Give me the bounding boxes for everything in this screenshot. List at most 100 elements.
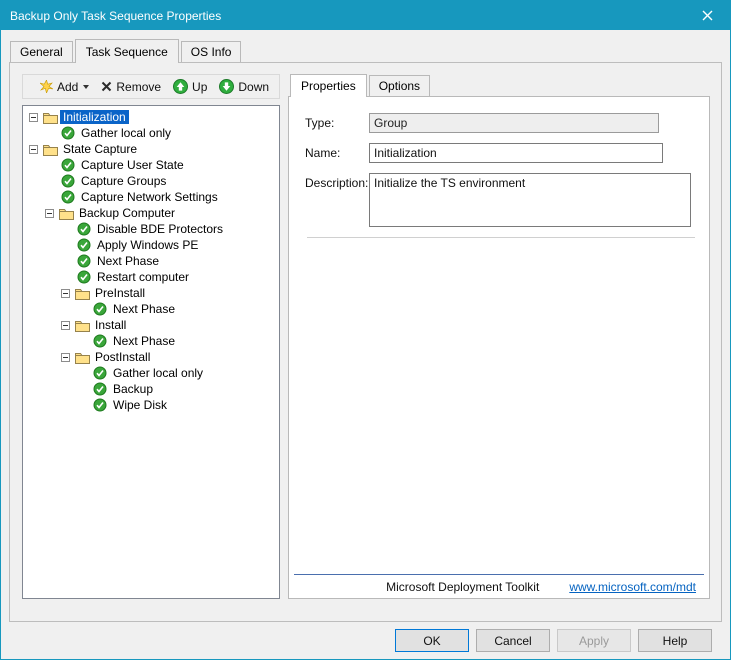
add-button[interactable]: Add: [34, 78, 95, 96]
remove-label: Remove: [116, 80, 161, 94]
tree-item-install[interactable]: Install: [23, 317, 279, 333]
description-textarea[interactable]: Initialize the TS environment: [369, 173, 691, 227]
tree-item-state-capture[interactable]: State Capture: [23, 141, 279, 157]
add-label: Add: [57, 80, 78, 94]
tab-os-info[interactable]: OS Info: [181, 41, 242, 62]
tree-item-label: Apply Windows PE: [94, 238, 201, 252]
tree-item-gather-local-only[interactable]: Gather local only: [23, 365, 279, 381]
mdt-link[interactable]: www.microsoft.com/mdt: [569, 580, 696, 594]
folder-icon: [75, 287, 92, 300]
tree-item-label: PreInstall: [92, 286, 148, 300]
tree-item-label: Disable BDE Protectors: [94, 222, 226, 236]
tree-item-label: State Capture: [60, 142, 140, 156]
add-icon: [40, 80, 53, 93]
dialog-window: Backup Only Task Sequence Properties Gen…: [0, 0, 731, 660]
type-label: Type:: [305, 113, 369, 133]
tree-item-wipe-disk[interactable]: Wipe Disk: [23, 397, 279, 413]
type-input[interactable]: [369, 113, 659, 133]
tab-general[interactable]: General: [10, 41, 73, 62]
tree-item-gather-local-only[interactable]: Gather local only: [23, 125, 279, 141]
tree-pane: Add Remove Up Down: [22, 74, 280, 599]
add-dropdown-caret-icon: [83, 85, 89, 89]
tree-item-restart-computer[interactable]: Restart computer: [23, 269, 279, 285]
tree-item-next-phase[interactable]: Next Phase: [23, 301, 279, 317]
tab-task-sequence[interactable]: Task Sequence: [75, 39, 179, 63]
tree-item-capture-groups[interactable]: Capture Groups: [23, 173, 279, 189]
expand-toggle[interactable]: [61, 353, 70, 362]
tree-item-disable-bde-protectors[interactable]: Disable BDE Protectors: [23, 221, 279, 237]
tree-item-label: Install: [92, 318, 129, 332]
tree-item-label: Restart computer: [94, 270, 192, 284]
main-tab-strip: General Task Sequence OS Info: [1, 39, 730, 62]
down-button[interactable]: Down: [213, 77, 275, 96]
folder-icon: [43, 143, 60, 156]
title-bar: Backup Only Task Sequence Properties: [1, 1, 730, 30]
folder-icon: [43, 111, 60, 124]
subtab-options[interactable]: Options: [369, 75, 430, 96]
tree-item-label: Initialization: [60, 110, 129, 124]
ok-button[interactable]: OK: [395, 629, 469, 652]
tree-item-backup[interactable]: Backup: [23, 381, 279, 397]
folder-icon: [75, 319, 92, 332]
folder-icon: [75, 351, 92, 364]
step-check-icon: [77, 222, 94, 236]
expand-toggle[interactable]: [61, 289, 70, 298]
name-label: Name:: [305, 143, 369, 163]
tree-item-label: Wipe Disk: [110, 398, 170, 412]
subtab-properties[interactable]: Properties: [290, 74, 367, 97]
tree-item-label: Capture User State: [78, 158, 187, 172]
remove-button[interactable]: Remove: [95, 78, 167, 96]
expand-toggle[interactable]: [61, 321, 70, 330]
type-field-row: Type:: [305, 113, 697, 133]
tree-item-label: Capture Network Settings: [78, 190, 221, 204]
tree-item-label: Capture Groups: [78, 174, 169, 188]
tree-item-label: Gather local only: [78, 126, 174, 140]
step-check-icon: [77, 270, 94, 284]
name-input[interactable]: [369, 143, 663, 163]
step-check-icon: [77, 254, 94, 268]
remove-icon: [101, 81, 112, 92]
close-button[interactable]: [685, 1, 730, 30]
tree-item-postinstall[interactable]: PostInstall: [23, 349, 279, 365]
step-check-icon: [93, 302, 110, 316]
tree-item-next-phase[interactable]: Next Phase: [23, 333, 279, 349]
tree-item-backup-computer[interactable]: Backup Computer: [23, 205, 279, 221]
tree-item-capture-network-settings[interactable]: Capture Network Settings: [23, 189, 279, 205]
name-field-row: Name:: [305, 143, 697, 163]
task-sequence-tree: Initialization Gather local only State C…: [22, 105, 280, 599]
cancel-button[interactable]: Cancel: [476, 629, 550, 652]
tree-item-label: PostInstall: [92, 350, 153, 364]
step-check-icon: [93, 334, 110, 348]
tree-item-apply-windows-pe[interactable]: Apply Windows PE: [23, 237, 279, 253]
window-title: Backup Only Task Sequence Properties: [1, 9, 685, 23]
properties-pane: Properties Options Type: Name: Descripti…: [288, 74, 710, 599]
step-check-icon: [61, 190, 78, 204]
tree-item-next-phase[interactable]: Next Phase: [23, 253, 279, 269]
step-check-icon: [93, 398, 110, 412]
apply-button: Apply: [557, 629, 631, 652]
expand-toggle[interactable]: [45, 209, 54, 218]
dialog-button-row: OK Cancel Apply Help: [1, 622, 730, 659]
step-check-icon: [61, 174, 78, 188]
tree-item-label: Next Phase: [110, 334, 178, 348]
step-check-icon: [93, 382, 110, 396]
folder-icon: [59, 207, 76, 220]
up-label: Up: [192, 80, 207, 94]
expand-toggle[interactable]: [29, 145, 38, 154]
tree-item-preinstall[interactable]: PreInstall: [23, 285, 279, 301]
expand-toggle[interactable]: [29, 113, 38, 122]
description-field-row: Description: Initialize the TS environme…: [305, 173, 697, 227]
help-button[interactable]: Help: [638, 629, 712, 652]
down-label: Down: [238, 80, 269, 94]
tree-item-label: Next Phase: [110, 302, 178, 316]
tree-item-label: Gather local only: [110, 366, 206, 380]
tree-item-label: Backup Computer: [76, 206, 178, 220]
tree-toolbar: Add Remove Up Down: [22, 74, 280, 99]
tree-item-initialization[interactable]: Initialization: [23, 109, 279, 125]
up-button[interactable]: Up: [167, 77, 213, 96]
up-icon: [173, 79, 188, 94]
tree-item-capture-user-state[interactable]: Capture User State: [23, 157, 279, 173]
tree-item-label: Backup: [110, 382, 156, 396]
step-check-icon: [61, 158, 78, 172]
properties-tab-strip: Properties Options: [288, 74, 710, 96]
